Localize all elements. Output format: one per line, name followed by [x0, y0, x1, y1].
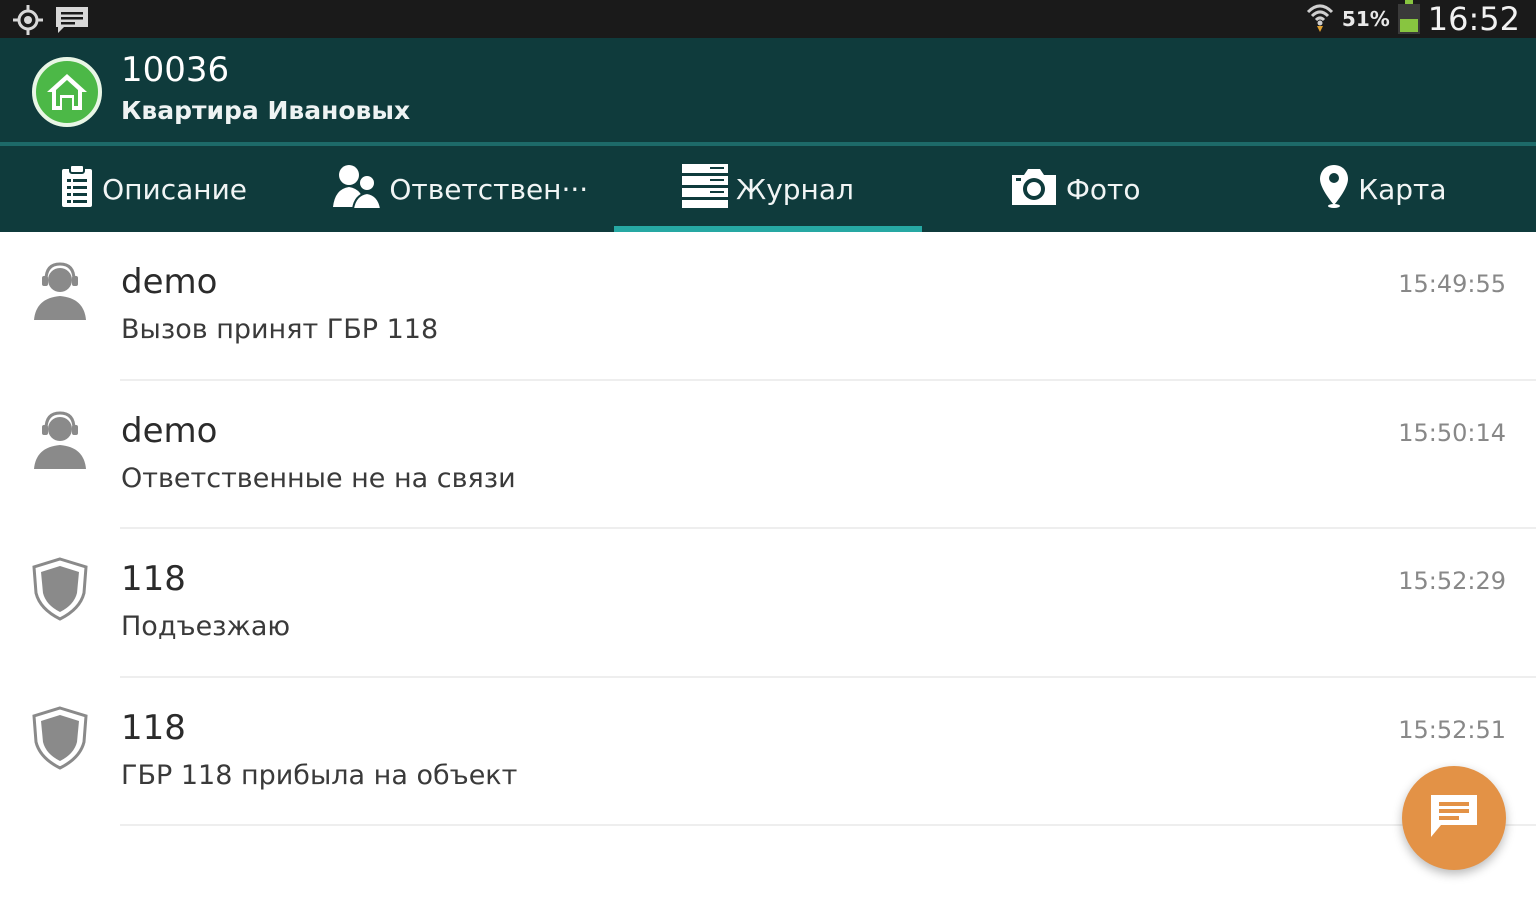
divider [120, 824, 1536, 826]
tab-photo[interactable]: Фото [922, 146, 1229, 232]
entry-time: 15:52:51 [1398, 715, 1506, 744]
entry-author: 118 [121, 707, 186, 748]
list-item[interactable]: demo Ответственные не на связи 15:50:14 [0, 381, 1536, 529]
chat-icon [1429, 793, 1479, 843]
shield-icon [28, 557, 92, 621]
list-item[interactable]: 118 ГБР 118 прибыла на объект 15:52:51 [0, 678, 1536, 826]
entry-message: Ответственные не на связи [121, 462, 516, 494]
list-item[interactable]: demo Вызов принят ГБР 118 15:49:55 [0, 232, 1536, 381]
status-bar-left [12, 4, 90, 40]
entry-message: Подъезжаю [121, 611, 291, 642]
app-bar: 10036 Квартира Ивановых [0, 38, 1536, 142]
tab-photo-label: Фото [1065, 172, 1141, 206]
tab-journal[interactable]: Журнал [614, 146, 922, 232]
entry-author: demo [121, 262, 218, 302]
shield-icon [28, 705, 92, 770]
tab-map-label: Карта [1358, 172, 1447, 206]
people-icon [333, 163, 383, 216]
status-bar: 51% 16:52 [0, 0, 1536, 38]
clipboard-icon [60, 163, 94, 216]
camera-icon [1010, 165, 1058, 214]
message-icon [54, 5, 90, 39]
battery-percent: 51% [1341, 7, 1390, 31]
new-message-button[interactable] [1402, 766, 1506, 870]
status-clock: 16:52 [1427, 0, 1520, 38]
tab-journal-label: Журнал [736, 172, 854, 206]
entry-author: demo [121, 410, 218, 451]
object-id: 10036 [121, 50, 230, 90]
gps-icon [12, 4, 44, 40]
entry-message: Вызов принят ГБР 118 [121, 314, 439, 345]
tab-description[interactable]: Описание [0, 146, 307, 232]
list-item[interactable]: 118 Подъезжаю 15:52:29 [0, 529, 1536, 678]
wifi-icon [1306, 2, 1334, 36]
battery-icon [1397, 0, 1420, 34]
object-name: Квартира Ивановых [121, 96, 411, 125]
entry-time: 15:49:55 [1398, 270, 1506, 298]
entry-author: 118 [121, 559, 186, 599]
tab-description-label: Описание [102, 172, 247, 206]
entry-message: ГБР 118 прибыла на объект [121, 759, 518, 791]
journal-icon [682, 163, 729, 215]
status-bar-right: 51% 16:52 [1306, 0, 1520, 38]
tab-bar: Описание Ответствен··· Журнал Фото Карта [0, 146, 1536, 232]
tab-responsible-label: Ответствен··· [389, 172, 589, 206]
entry-time: 15:52:29 [1398, 567, 1506, 595]
operator-icon [28, 260, 92, 324]
tab-map[interactable]: Карта [1229, 146, 1536, 232]
tab-responsible[interactable]: Ответствен··· [307, 146, 614, 232]
battery-fill [1399, 18, 1418, 32]
journal-list: demo Вызов принят ГБР 118 15:49:55 demo … [0, 232, 1536, 826]
entry-time: 15:50:14 [1398, 418, 1506, 447]
map-pin-icon [1318, 163, 1350, 216]
home-icon[interactable] [32, 57, 102, 127]
operator-icon [28, 409, 92, 473]
